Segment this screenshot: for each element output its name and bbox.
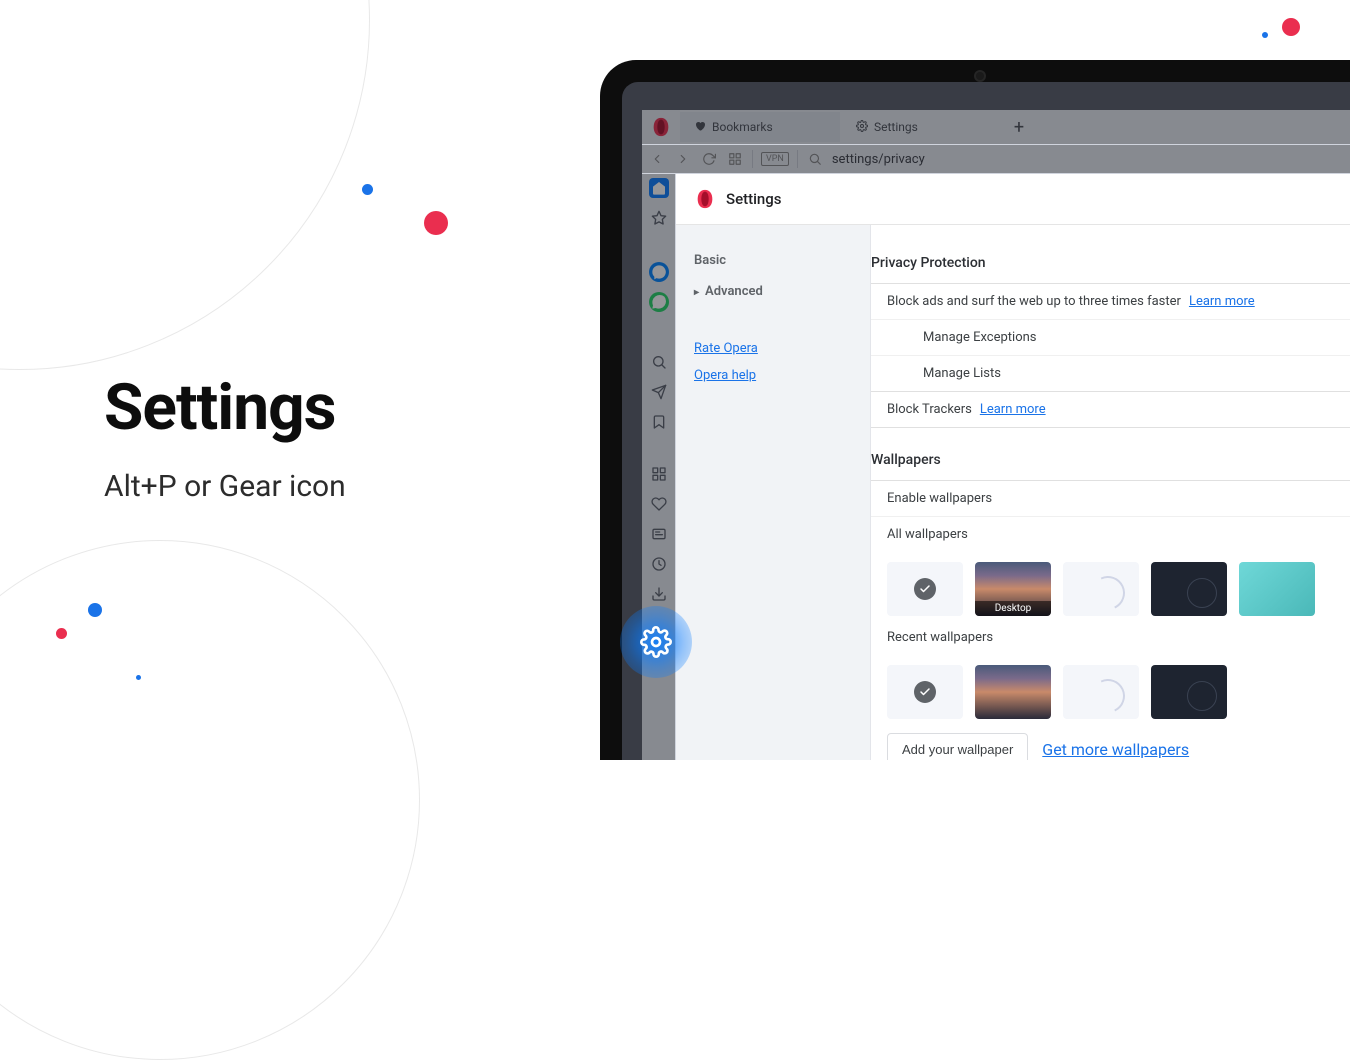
heart-icon xyxy=(694,120,706,135)
download-icon[interactable] xyxy=(649,584,669,604)
star-icon[interactable] xyxy=(649,208,669,228)
camera-dot xyxy=(976,72,984,80)
bg-circle-decor xyxy=(0,0,370,370)
search-icon[interactable] xyxy=(806,150,824,168)
dot-decor xyxy=(56,628,67,639)
nav-basic[interactable]: Basic xyxy=(694,245,852,276)
history-icon[interactable] xyxy=(649,554,669,574)
block-trackers-label: Block Trackers xyxy=(887,402,972,417)
bg-circle-decor xyxy=(0,540,420,1060)
settings-content: Privacy Protection Block ads and surf th… xyxy=(871,225,1350,760)
gear-highlight-callout xyxy=(620,606,692,678)
vpn-badge[interactable]: VPN xyxy=(761,152,789,166)
promo-subtitle: Alt+P or Gear icon xyxy=(104,469,346,504)
reload-icon[interactable] xyxy=(700,150,718,168)
speed-dial-icon[interactable] xyxy=(726,150,744,168)
whatsapp-icon[interactable] xyxy=(649,292,669,312)
privacy-section-title: Privacy Protection xyxy=(871,255,1350,283)
recent-wallpapers-block: Recent wallpapers xyxy=(871,620,1350,655)
settings-page-title: Settings xyxy=(726,190,782,208)
tab-label: Bookmarks xyxy=(712,120,773,134)
tab-settings[interactable]: Settings xyxy=(842,112,1002,142)
gear-icon xyxy=(856,120,868,135)
tab-strip: Bookmarks Settings + xyxy=(642,110,1350,144)
recent-wallpapers-grid xyxy=(871,655,1350,723)
check-icon xyxy=(914,578,936,600)
add-wallpaper-button[interactable]: Add your wallpaper xyxy=(887,733,1028,760)
dot-decor xyxy=(1262,32,1268,38)
wallpaper-none[interactable] xyxy=(887,562,963,616)
wallpaper-teal[interactable] xyxy=(1239,562,1315,616)
dot-decor xyxy=(88,603,102,617)
search-icon[interactable] xyxy=(649,352,669,372)
wallpaper-desktop-label: Desktop xyxy=(975,601,1051,616)
news-icon[interactable] xyxy=(649,524,669,544)
nav-opera-help[interactable]: Opera help xyxy=(694,362,852,389)
learn-more-link[interactable]: Learn more xyxy=(1189,294,1255,309)
learn-more-link[interactable]: Learn more xyxy=(980,402,1046,417)
all-wallpapers-block: All wallpapers xyxy=(871,516,1350,552)
heart-icon[interactable] xyxy=(649,494,669,514)
all-wallpapers-grid: Desktop xyxy=(871,552,1350,620)
promo-title: Settings xyxy=(104,370,346,445)
grid-icon[interactable] xyxy=(649,464,669,484)
new-tab-button[interactable]: + xyxy=(1004,112,1034,142)
tab-bookmarks[interactable]: Bookmarks xyxy=(680,112,840,142)
get-more-wallpapers-link[interactable]: Get more wallpapers xyxy=(1042,740,1189,759)
enable-wallpapers-row[interactable]: Enable wallpapers xyxy=(871,481,1350,516)
address-bar: VPN settings/privacy xyxy=(642,144,1350,174)
divider xyxy=(797,150,798,168)
block-ads-label: Block ads and surf the web up to three t… xyxy=(887,294,1181,309)
all-wallpapers-label: All wallpapers xyxy=(887,527,968,542)
dot-decor xyxy=(424,211,448,235)
nav-advanced[interactable]: Advanced xyxy=(694,276,852,307)
block-ads-row[interactable]: Block ads and surf the web up to three t… xyxy=(871,284,1350,319)
block-trackers-row[interactable]: Block Trackers Learn more xyxy=(871,392,1350,427)
home-icon[interactable] xyxy=(649,178,669,198)
settings-nav: Basic Advanced Rate Opera Opera help xyxy=(676,225,871,760)
manage-lists-row[interactable]: Manage Lists xyxy=(871,355,1350,391)
check-icon xyxy=(914,681,936,703)
wallpaper-none[interactable] xyxy=(887,665,963,719)
nav-rate-opera[interactable]: Rate Opera xyxy=(694,335,852,362)
enable-wallpapers-label: Enable wallpapers xyxy=(887,491,992,506)
tab-label: Settings xyxy=(874,120,918,134)
dot-decor xyxy=(1282,18,1300,36)
wallpaper-light-wave[interactable] xyxy=(1063,665,1139,719)
wallpaper-desktop[interactable]: Desktop xyxy=(975,562,1051,616)
opera-logo-icon xyxy=(694,188,716,210)
messenger-icon[interactable] xyxy=(649,262,669,282)
dot-decor xyxy=(136,675,141,680)
gear-icon xyxy=(640,626,672,658)
wallpaper-dark[interactable] xyxy=(1151,562,1227,616)
wallpapers-section-title: Wallpapers xyxy=(871,452,1350,480)
dot-decor xyxy=(362,184,373,195)
wallpaper-desktop[interactable] xyxy=(975,665,1051,719)
divider xyxy=(752,150,753,168)
wallpaper-dark[interactable] xyxy=(1151,665,1227,719)
send-icon[interactable] xyxy=(649,382,669,402)
nav-forward-icon[interactable] xyxy=(674,150,692,168)
recent-wallpapers-label: Recent wallpapers xyxy=(887,630,993,645)
address-url[interactable]: settings/privacy xyxy=(832,152,925,167)
manage-exceptions-row[interactable]: Manage Exceptions xyxy=(871,319,1350,355)
nav-back-icon[interactable] xyxy=(648,150,666,168)
bookmark-icon[interactable] xyxy=(649,412,669,432)
laptop-frame: Bookmarks Settings + VPN settings/privac… xyxy=(600,60,1350,760)
opera-menu-button[interactable] xyxy=(650,116,672,138)
wallpaper-light-wave[interactable] xyxy=(1063,562,1139,616)
